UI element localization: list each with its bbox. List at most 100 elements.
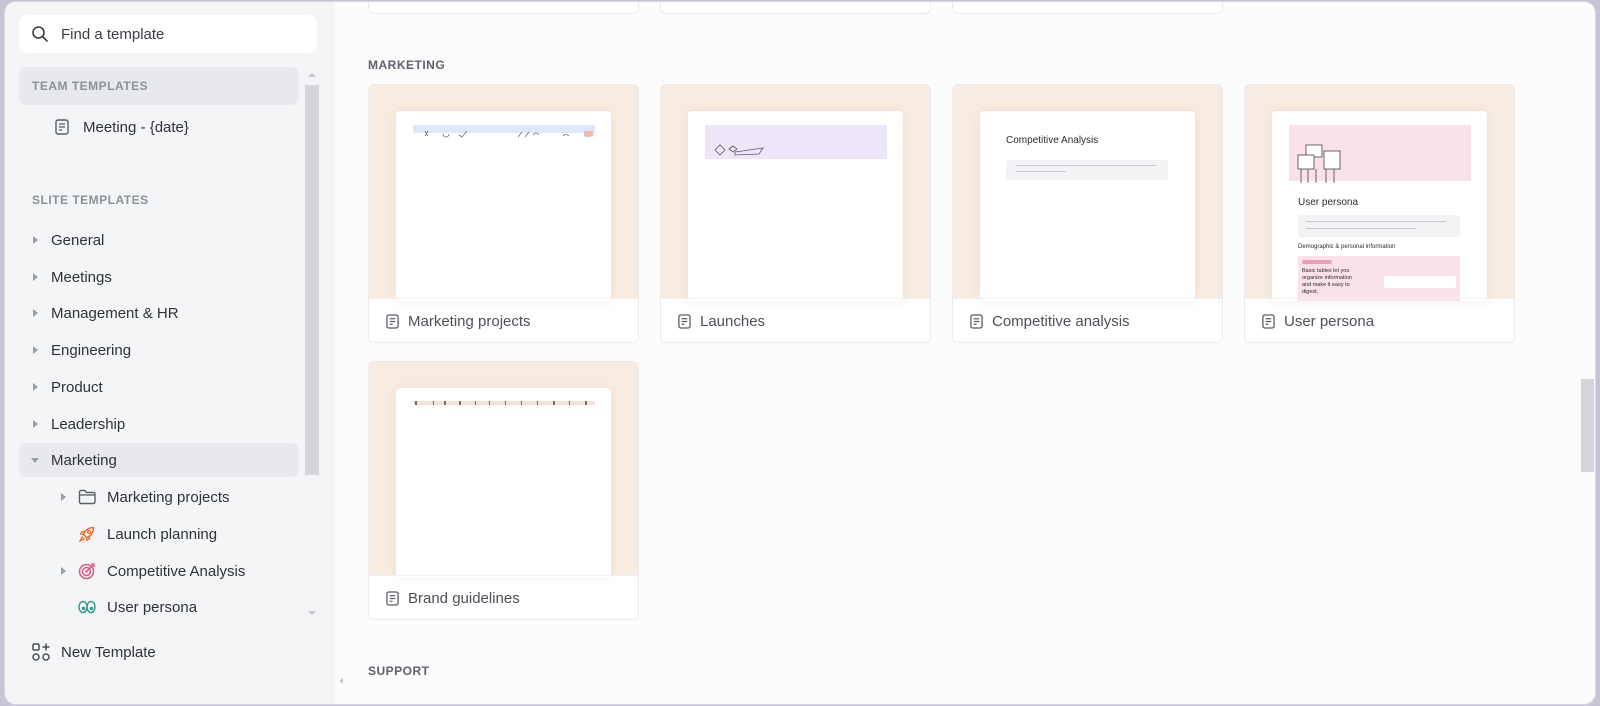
preview-text: Basic tables let you organize informatio… bbox=[1302, 268, 1352, 295]
preview-text-line bbox=[1306, 221, 1446, 222]
category-marketing[interactable]: Marketing bbox=[19, 443, 299, 477]
card-label: Launches bbox=[700, 313, 766, 330]
template-card-partial[interactable] bbox=[952, 2, 1223, 14]
card-preview: Competitive Analysis bbox=[953, 85, 1222, 301]
marketing-item-projects[interactable]: Marketing projects bbox=[19, 480, 299, 514]
template-gallery: MARKETING Marketing projects Launches Co… bbox=[335, 2, 1545, 704]
marketing-item-label: User persona bbox=[107, 598, 198, 616]
caret-right-icon[interactable] bbox=[61, 567, 66, 575]
search-box[interactable] bbox=[19, 15, 317, 53]
preview-page: Competitive Analysis bbox=[980, 111, 1195, 301]
card-label: Brand guidelines bbox=[408, 590, 520, 607]
document-icon bbox=[386, 591, 399, 606]
people-illustration bbox=[1297, 144, 1341, 183]
sidebar-scrollbar-thumb[interactable] bbox=[305, 85, 319, 475]
document-icon bbox=[678, 314, 691, 329]
preview-callout bbox=[1298, 215, 1460, 237]
template-card-competitive-analysis[interactable]: Competitive Analysis Competitive analysi… bbox=[952, 84, 1223, 343]
template-card-launches[interactable]: Launches bbox=[660, 84, 931, 343]
caret-right-icon[interactable] bbox=[61, 493, 66, 501]
category-label: Engineering bbox=[51, 341, 132, 359]
card-label: Marketing projects bbox=[408, 313, 531, 330]
sidebar-scrollbar[interactable] bbox=[305, 67, 319, 627]
category-label: Marketing bbox=[51, 451, 117, 469]
card-footer: Marketing projects bbox=[369, 298, 638, 342]
section-title-support: SUPPORT bbox=[368, 664, 430, 678]
category-label: General bbox=[51, 231, 105, 249]
new-template-label: New Template bbox=[61, 643, 156, 661]
main-scrollbar-thumb[interactable] bbox=[1581, 379, 1594, 472]
template-picker-window: TEAM TEMPLATES Meeting - {date} SLITE TE… bbox=[4, 1, 1596, 705]
card-label: User persona bbox=[1284, 313, 1375, 330]
scroll-up-arrow-icon[interactable] bbox=[308, 73, 316, 77]
template-tree: TEAM TEMPLATES Meeting - {date} SLITE TE… bbox=[5, 67, 305, 627]
preview-page: User persona Demographic & personal info… bbox=[1272, 111, 1487, 301]
card-preview bbox=[369, 85, 638, 301]
preview-table-block: Basic tables let you organize informatio… bbox=[1298, 256, 1460, 301]
card-footer: Competitive analysis bbox=[953, 298, 1222, 342]
caret-down-icon[interactable] bbox=[31, 457, 39, 463]
caret-right-icon[interactable] bbox=[33, 383, 38, 391]
caret-right-icon[interactable] bbox=[33, 309, 38, 317]
marketing-item-competitive-analysis[interactable]: Competitive Analysis bbox=[19, 554, 299, 588]
preview-title: User persona bbox=[1298, 197, 1359, 208]
rocket-illustration bbox=[714, 144, 764, 156]
new-template-button[interactable]: New Template bbox=[31, 642, 156, 662]
category-engineering[interactable]: Engineering bbox=[19, 333, 299, 367]
preview-title: Competitive Analysis bbox=[1006, 135, 1099, 146]
category-label: Product bbox=[51, 378, 103, 396]
sidebar: TEAM TEMPLATES Meeting - {date} SLITE TE… bbox=[5, 2, 335, 704]
preview-table bbox=[1384, 276, 1456, 288]
preview-text-line bbox=[1016, 165, 1156, 166]
team-templates-header[interactable]: TEAM TEMPLATES bbox=[19, 67, 299, 105]
preview-text-line bbox=[1016, 171, 1066, 172]
preview-banner bbox=[413, 125, 595, 138]
rocket-icon bbox=[78, 526, 95, 543]
document-icon bbox=[55, 119, 69, 135]
category-label: Management & HR bbox=[51, 304, 179, 322]
main-scrollbar[interactable] bbox=[1579, 2, 1595, 704]
document-icon bbox=[386, 314, 399, 329]
card-footer: User persona bbox=[1245, 298, 1514, 342]
card-preview: User persona Demographic & personal info… bbox=[1245, 85, 1514, 301]
preview-callout bbox=[1006, 160, 1168, 180]
search-icon bbox=[32, 26, 48, 42]
document-icon bbox=[970, 314, 983, 329]
preview-text-line bbox=[1306, 228, 1416, 229]
marketing-item-label: Competitive Analysis bbox=[107, 562, 246, 580]
eyes-icon bbox=[78, 600, 96, 614]
scroll-down-arrow-icon[interactable] bbox=[308, 611, 316, 615]
caret-right-icon[interactable] bbox=[33, 420, 38, 428]
folder-icon bbox=[78, 489, 96, 505]
preview-page bbox=[688, 111, 903, 301]
preview-subtitle: Demographic & personal information bbox=[1298, 244, 1396, 250]
template-card-marketing-projects[interactable]: Marketing projects bbox=[368, 84, 639, 343]
category-general[interactable]: General bbox=[19, 223, 299, 257]
team-template-label: Meeting - {date} bbox=[83, 118, 189, 136]
marketing-item-label: Marketing projects bbox=[107, 488, 230, 506]
category-meetings[interactable]: Meetings bbox=[19, 260, 299, 294]
document-icon bbox=[1262, 314, 1275, 329]
template-card-brand-guidelines[interactable]: Brand guidelines bbox=[368, 361, 639, 620]
category-product[interactable]: Product bbox=[19, 370, 299, 404]
scroll-left-arrow-icon[interactable] bbox=[339, 678, 343, 684]
card-footer: Launches bbox=[661, 298, 930, 342]
preview-page bbox=[396, 388, 611, 578]
category-leadership[interactable]: Leadership bbox=[19, 407, 299, 441]
caret-right-icon[interactable] bbox=[33, 346, 38, 354]
template-card-partial[interactable] bbox=[660, 2, 931, 14]
template-card-partial[interactable] bbox=[368, 2, 639, 14]
marketing-item-launch-planning[interactable]: Launch planning bbox=[19, 517, 299, 551]
team-template-meeting[interactable]: Meeting - {date} bbox=[19, 110, 299, 144]
template-card-user-persona[interactable]: User persona Demographic & personal info… bbox=[1244, 84, 1515, 343]
preview-banner bbox=[705, 125, 887, 159]
category-management-hr[interactable]: Management & HR bbox=[19, 296, 299, 330]
preview-tag bbox=[1302, 260, 1332, 264]
slite-templates-header: SLITE TEMPLATES bbox=[32, 193, 149, 207]
target-icon bbox=[78, 563, 95, 580]
caret-right-icon[interactable] bbox=[33, 236, 38, 244]
marketing-item-user-persona[interactable]: User persona bbox=[19, 590, 299, 624]
caret-right-icon[interactable] bbox=[33, 273, 38, 281]
category-label: Meetings bbox=[51, 268, 112, 286]
search-input[interactable] bbox=[61, 25, 291, 43]
